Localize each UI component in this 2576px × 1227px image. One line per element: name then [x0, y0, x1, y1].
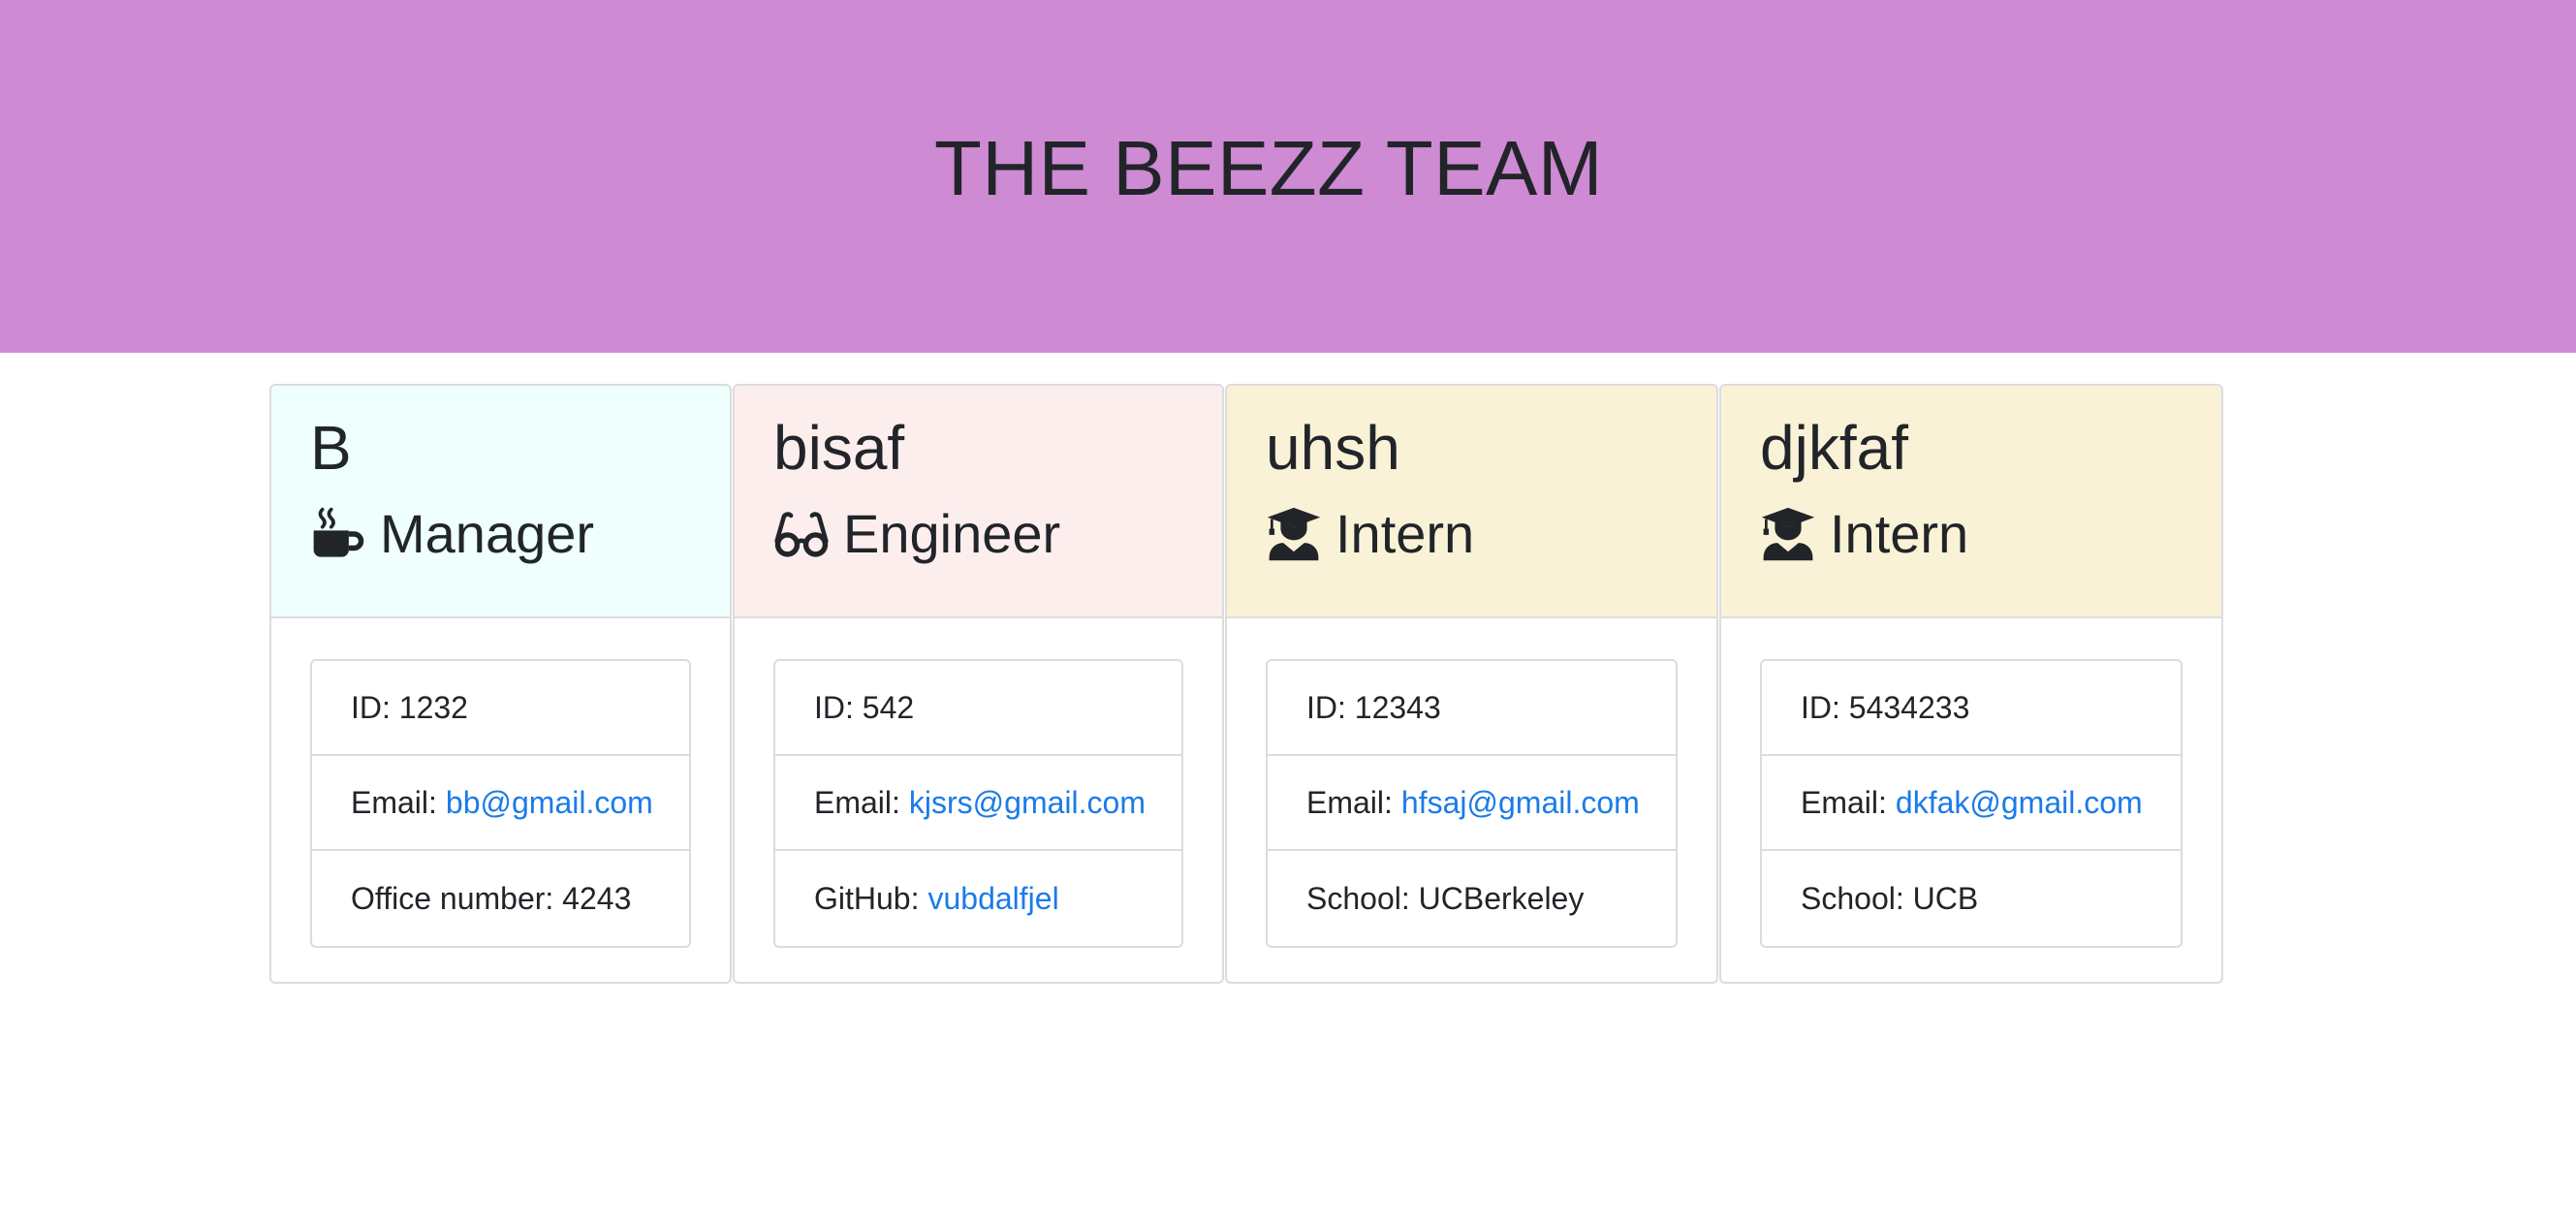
- email-link[interactable]: hfsaj@gmail.com: [1401, 785, 1640, 821]
- employee-details-list: ID: 12343 Email: hfsaj@gmail.com School: …: [1266, 659, 1678, 948]
- github-label: GitHub:: [814, 880, 920, 916]
- id-value: 1232: [398, 689, 468, 725]
- graduate-icon: [1266, 506, 1322, 562]
- employee-details-list: ID: 1232 Email: bb@gmail.com Office numbe…: [310, 659, 691, 948]
- employee-name: bisaf: [773, 413, 905, 483]
- school-label: School:: [1306, 880, 1410, 916]
- employee-role: Manager: [310, 500, 594, 568]
- list-item-id: ID: 542: [775, 661, 1181, 756]
- id-label: ID:: [351, 689, 391, 725]
- employee-role: Intern: [1760, 500, 1968, 568]
- email-label: Email:: [351, 784, 437, 820]
- employee-details-list: ID: 542 Email: kjsrs@gmail.com GitHub: vub…: [773, 659, 1183, 948]
- coffee-mug-icon: [310, 506, 366, 562]
- school-label: School:: [1801, 880, 1904, 916]
- email-label: Email:: [1801, 784, 1887, 820]
- id-label: ID:: [814, 689, 854, 725]
- office-number-label: Office number:: [351, 880, 554, 916]
- employee-role: Intern: [1266, 500, 1474, 568]
- employee-role: Engineer: [773, 500, 1060, 568]
- page-header: THE BEEZZ TEAM: [0, 0, 2576, 353]
- graduate-icon: [1760, 506, 1816, 562]
- id-value: 542: [862, 689, 915, 725]
- card-header: uhsh Intern: [1227, 386, 1716, 618]
- role-label: Intern: [1335, 503, 1475, 564]
- employee-name: djkfaf: [1760, 413, 1908, 483]
- role-label: Engineer: [843, 503, 1061, 564]
- github-link[interactable]: vubdalfjel: [927, 881, 1058, 917]
- email-link[interactable]: dkfak@gmail.com: [1896, 785, 2143, 821]
- employee-name: uhsh: [1266, 413, 1400, 483]
- list-item-school: School: UCB: [1762, 851, 2181, 946]
- employee-card-intern: uhsh Intern ID: 12343 Email: hfsaj@gmail.…: [1225, 384, 1718, 984]
- employee-card-intern: djkfaf Intern ID: 5434233 Email: dkfak@gm…: [1719, 384, 2223, 984]
- list-item-school: School: UCBerkeley: [1268, 851, 1676, 946]
- list-item-id: ID: 12343: [1268, 661, 1676, 756]
- list-item-id: ID: 1232: [312, 661, 689, 756]
- email-label: Email:: [1306, 784, 1393, 820]
- list-item-github: GitHub: vubdalfjel: [775, 851, 1181, 946]
- employee-name: B: [310, 413, 352, 483]
- employee-details-list: ID: 5434233 Email: dkfak@gmail.com School…: [1760, 659, 2183, 948]
- list-item-office-number: Office number: 4243: [312, 851, 689, 946]
- email-link[interactable]: kjsrs@gmail.com: [909, 785, 1146, 821]
- office-number-value: 4243: [562, 880, 632, 916]
- school-value: UCB: [1912, 880, 1979, 916]
- card-header: B Manager: [271, 386, 730, 618]
- page-title: THE BEEZZ TEAM: [934, 125, 1604, 211]
- id-label: ID:: [1306, 689, 1346, 725]
- id-value: 5434233: [1848, 689, 1970, 725]
- school-value: UCBerkeley: [1418, 880, 1585, 916]
- card-header: djkfaf Intern: [1721, 386, 2221, 618]
- list-item-email: Email: bb@gmail.com: [312, 756, 689, 851]
- email-link[interactable]: bb@gmail.com: [446, 785, 653, 821]
- employee-card-engineer: bisaf Engineer ID: 542 Email: kjsrs@gmail…: [733, 384, 1224, 984]
- card-header: bisaf Engineer: [735, 386, 1222, 618]
- email-label: Email:: [814, 784, 900, 820]
- employee-card-manager: B Manager ID: 1232 Email: bb@gmail.com Of…: [269, 384, 732, 984]
- list-item-email: Email: hfsaj@gmail.com: [1268, 756, 1676, 851]
- role-label: Manager: [380, 503, 595, 564]
- list-item-email: Email: dkfak@gmail.com: [1762, 756, 2181, 851]
- list-item-email: Email: kjsrs@gmail.com: [775, 756, 1181, 851]
- list-item-id: ID: 5434233: [1762, 661, 2181, 756]
- id-label: ID:: [1801, 689, 1840, 725]
- glasses-icon: [773, 506, 830, 562]
- role-label: Intern: [1830, 503, 1969, 564]
- id-value: 12343: [1354, 689, 1441, 725]
